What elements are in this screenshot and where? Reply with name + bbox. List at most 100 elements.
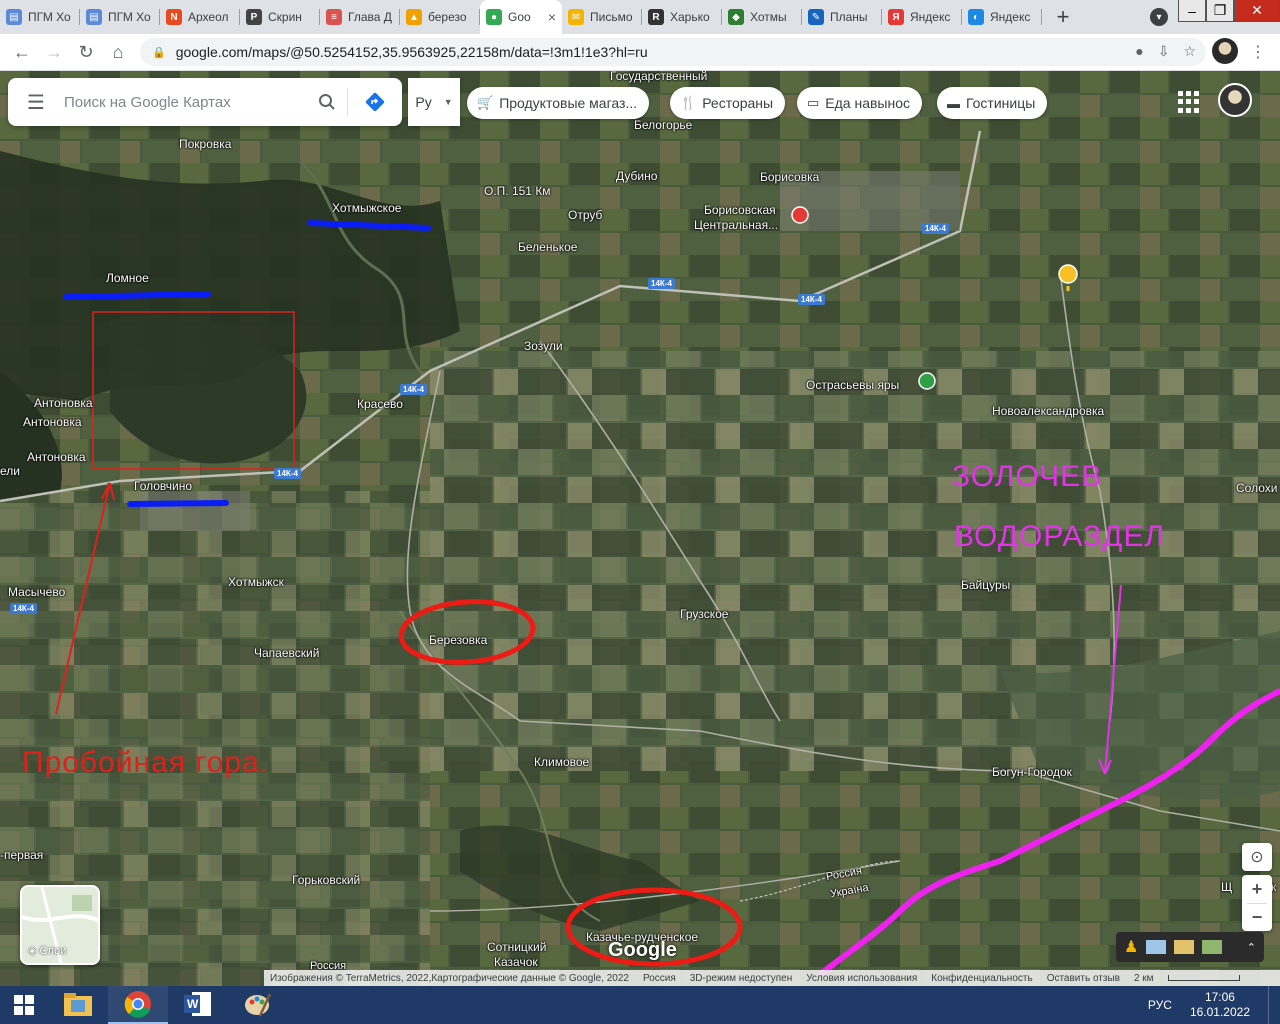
chip-takeout[interactable]: ▭ Еда навынос bbox=[797, 87, 923, 119]
place-label[interactable]: Отруб bbox=[568, 208, 602, 222]
place-label[interactable]: Березовка bbox=[429, 633, 487, 647]
place-label[interactable]: Хотмыжское bbox=[332, 201, 401, 215]
tab-6[interactable]: ● Goo × bbox=[480, 0, 562, 34]
place-label[interactable]: ели bbox=[0, 464, 20, 478]
directions-icon[interactable] bbox=[348, 90, 402, 114]
taskbar-word[interactable]: W bbox=[168, 986, 228, 1024]
tab-5[interactable]: ▲ березо bbox=[400, 0, 480, 34]
tab-2[interactable]: N Археол bbox=[160, 0, 240, 34]
minimize-button[interactable]: – bbox=[1178, 0, 1206, 22]
taskbar-paint[interactable] bbox=[228, 986, 288, 1024]
close-tab-icon[interactable]: × bbox=[548, 9, 556, 25]
place-label[interactable]: Сотницкий bbox=[487, 940, 546, 954]
back-icon[interactable]: ← bbox=[6, 36, 38, 68]
place-label[interactable]: Хотмыжск bbox=[228, 575, 284, 589]
place-label[interactable]: Казачок bbox=[494, 955, 538, 969]
place-label[interactable]: Байцуры bbox=[961, 578, 1010, 592]
taskbar-chrome[interactable] bbox=[108, 986, 168, 1024]
chip-groceries[interactable]: 🛒 Продуктовые магаз... bbox=[467, 87, 650, 119]
tab-12[interactable]: ◐ Яндекс bbox=[962, 0, 1042, 34]
home-icon[interactable]: ⌂ bbox=[102, 36, 134, 68]
lock-icon[interactable]: 🔒 bbox=[152, 46, 166, 59]
place-label[interactable]: Красево bbox=[357, 397, 403, 411]
menu-hamburger-icon[interactable]: ☰ bbox=[8, 90, 64, 115]
terms-link[interactable]: Условия использования bbox=[806, 973, 917, 984]
place-label[interactable]: Дубино bbox=[616, 169, 657, 183]
place-label[interactable]: Грузское bbox=[680, 607, 728, 621]
place-label[interactable]: Белогорье bbox=[634, 118, 692, 132]
taskbar-explorer[interactable] bbox=[48, 986, 108, 1024]
place-label[interactable]: Государственный bbox=[610, 71, 707, 83]
tab-1[interactable]: ▤ ПГМ Хо bbox=[80, 0, 160, 34]
place-label[interactable]: Беленькое bbox=[518, 240, 577, 254]
tab-11[interactable]: Я Яндекс bbox=[882, 0, 962, 34]
tab-10[interactable]: ✎ Планы bbox=[802, 0, 882, 34]
search-input[interactable]: Поиск на Google Картах bbox=[64, 94, 307, 111]
tab-0[interactable]: ▤ ПГМ Хо bbox=[0, 0, 80, 34]
place-label[interactable]: Борисовская bbox=[704, 203, 776, 217]
zoom-out-button[interactable]: − bbox=[1252, 904, 1263, 931]
place-label[interactable]: Антоновка bbox=[27, 450, 86, 464]
input-language[interactable]: РУС bbox=[1148, 998, 1172, 1012]
place-label[interactable]: Горьковский bbox=[292, 873, 360, 887]
place-label[interactable]: Климовое bbox=[534, 755, 589, 769]
reload-icon[interactable]: ↻ bbox=[70, 36, 102, 68]
place-label[interactable]: Покровка bbox=[179, 137, 231, 151]
place-label[interactable]: Масычево bbox=[8, 585, 65, 599]
place-label[interactable]: Зозули bbox=[524, 339, 563, 353]
place-label[interactable]: Антоновка bbox=[34, 396, 93, 410]
tab-8[interactable]: R Харько bbox=[642, 0, 722, 34]
layers-button[interactable]: ◈ Слои bbox=[20, 885, 100, 965]
star-icon[interactable]: ☆ bbox=[1183, 43, 1196, 60]
clock[interactable]: 17:06 16.01.2022 bbox=[1190, 990, 1250, 1020]
chip-restaurants[interactable]: 🍴 Рестораны bbox=[670, 87, 786, 119]
close-window-button[interactable]: ✕ bbox=[1234, 0, 1280, 22]
new-tab-button[interactable]: + bbox=[1048, 0, 1078, 34]
place-label[interactable]: Богун-Городок bbox=[992, 765, 1072, 779]
apps-grid-icon[interactable] bbox=[1178, 91, 1200, 113]
address-bar[interactable]: 🔒 google.com/maps/@50.5254152,35.9563925… bbox=[140, 38, 1206, 66]
place-label[interactable]: Головчино bbox=[134, 479, 192, 493]
place-label[interactable]: Чапаевский bbox=[254, 646, 319, 660]
region-link[interactable]: Россия bbox=[643, 973, 676, 984]
terrain-thumb-icon[interactable] bbox=[1174, 940, 1195, 954]
tab-7[interactable]: ✉ Письмо bbox=[562, 0, 642, 34]
map-canvas[interactable]: Государственный Белогорье Покровка Дубин… bbox=[0, 71, 1280, 986]
language-select[interactable]: Ру ▼ bbox=[408, 78, 460, 126]
tab-search-icon[interactable]: ▾ bbox=[1150, 8, 1168, 26]
place-label[interactable]: О.П. 151 Км bbox=[484, 184, 551, 198]
tab-4[interactable]: ≡ Глава Д bbox=[320, 0, 400, 34]
tab-3[interactable]: P Скрин bbox=[240, 0, 320, 34]
place-label[interactable]: Центральная... bbox=[694, 218, 778, 232]
language-value: Ру bbox=[415, 94, 432, 110]
pegman-icon[interactable]: ♟ bbox=[1124, 937, 1138, 957]
privacy-link[interactable]: Конфиденциальность bbox=[931, 973, 1032, 984]
my-location-button[interactable]: ⊙ bbox=[1242, 843, 1272, 871]
install-icon[interactable]: ⇩ bbox=[1158, 43, 1170, 60]
profile-avatar[interactable] bbox=[1212, 38, 1238, 64]
forward-icon[interactable]: → bbox=[38, 36, 70, 68]
maximize-button[interactable]: ❐ bbox=[1206, 0, 1234, 22]
location-icon[interactable]: ● bbox=[1135, 43, 1143, 60]
place-label[interactable]: Борисовка bbox=[760, 170, 819, 184]
place-label[interactable]: Новоалександровка bbox=[992, 404, 1104, 418]
zoom-in-button[interactable]: + bbox=[1252, 875, 1263, 903]
menu-icon[interactable]: ⋮ bbox=[1250, 42, 1266, 62]
place-label[interactable]: Острасьевы яры bbox=[806, 378, 899, 392]
expand-icon[interactable]: ⌃ bbox=[1247, 941, 1256, 954]
account-avatar[interactable] bbox=[1218, 83, 1252, 117]
place-label[interactable]: Солохи bbox=[1236, 481, 1277, 495]
tab-9[interactable]: ◆ Хотмы bbox=[722, 0, 802, 34]
feedback-link[interactable]: Оставить отзыв bbox=[1047, 973, 1120, 984]
place-label[interactable]: Ломное bbox=[106, 271, 149, 285]
scale-label[interactable]: 2 км bbox=[1134, 973, 1154, 984]
imagery-thumb-icon[interactable] bbox=[1146, 940, 1167, 954]
start-button[interactable] bbox=[0, 986, 48, 1024]
chip-hotels[interactable]: ▬ Гостиницы bbox=[937, 87, 1048, 119]
show-desktop-button[interactable] bbox=[1268, 986, 1272, 1024]
place-label[interactable]: Щ bbox=[1221, 880, 1232, 894]
search-icon[interactable] bbox=[307, 93, 347, 111]
place-label[interactable]: Антоновка bbox=[23, 415, 82, 429]
satellite-thumb-icon[interactable] bbox=[1202, 940, 1223, 954]
place-label[interactable]: -первая bbox=[0, 848, 43, 862]
